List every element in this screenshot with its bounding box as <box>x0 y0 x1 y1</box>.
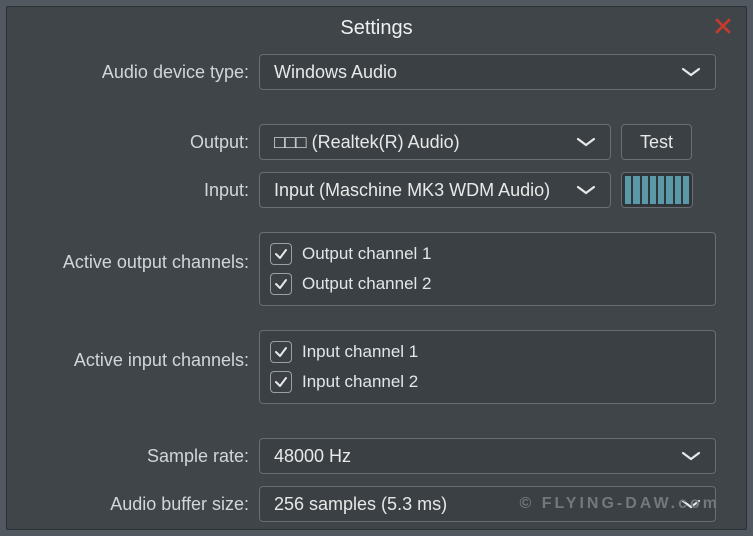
window-title: Settings <box>340 17 412 39</box>
sample-rate-value: 48000 Hz <box>274 446 351 467</box>
output-channel-row[interactable]: Output channel 1 <box>270 239 705 269</box>
input-channel-label: Input channel 1 <box>302 342 418 362</box>
output-value: □□□ (Realtek(R) Audio) <box>274 132 460 153</box>
close-button[interactable] <box>712 15 734 37</box>
input-channel-row[interactable]: Input channel 1 <box>270 337 705 367</box>
input-level-meter <box>621 172 693 208</box>
output-dropdown[interactable]: □□□ (Realtek(R) Audio) <box>259 124 611 160</box>
close-icon <box>712 15 734 37</box>
output-channel-row[interactable]: Output channel 2 <box>270 269 705 299</box>
chevron-down-icon <box>576 184 596 196</box>
content: Audio device type: Windows Audio Output:… <box>7 54 746 522</box>
watermark: © FLYING-DAW.com <box>519 495 720 513</box>
output-channel-label: Output channel 2 <box>302 274 431 294</box>
active-input-list: Input channel 1 Input channel 2 <box>259 330 716 404</box>
device-type-value: Windows Audio <box>274 62 397 83</box>
row-sample-rate: Sample rate: 48000 Hz <box>37 438 716 474</box>
input-channel-checkbox[interactable] <box>270 341 292 363</box>
input-channel-row[interactable]: Input channel 2 <box>270 367 705 397</box>
sample-rate-dropdown[interactable]: 48000 Hz <box>259 438 716 474</box>
row-active-input: Active input channels: Input channel 1In… <box>37 330 716 404</box>
buffer-size-value: 256 samples (5.3 ms) <box>274 494 447 515</box>
label-device-type: Audio device type: <box>37 62 259 83</box>
label-active-input: Active input channels: <box>37 330 259 371</box>
output-channel-checkbox[interactable] <box>270 273 292 295</box>
row-active-output: Active output channels: Output channel 1… <box>37 232 716 306</box>
test-button-label: Test <box>640 132 673 153</box>
output-channel-checkbox[interactable] <box>270 243 292 265</box>
chevron-down-icon <box>681 450 701 462</box>
row-input: Input: Input (Maschine MK3 WDM Audio) <box>37 172 716 208</box>
active-output-list: Output channel 1 Output channel 2 <box>259 232 716 306</box>
settings-panel: Settings Audio device type: Windows Audi… <box>6 6 747 530</box>
label-sample-rate: Sample rate: <box>37 446 259 467</box>
chevron-down-icon <box>576 136 596 148</box>
device-type-dropdown[interactable]: Windows Audio <box>259 54 716 90</box>
row-output: Output: □□□ (Realtek(R) Audio) Test <box>37 124 716 160</box>
input-channel-label: Input channel 2 <box>302 372 418 392</box>
titlebar: Settings <box>7 7 746 54</box>
label-buffer-size: Audio buffer size: <box>37 494 259 515</box>
output-channel-label: Output channel 1 <box>302 244 431 264</box>
label-active-output: Active output channels: <box>37 232 259 273</box>
test-button[interactable]: Test <box>621 124 692 160</box>
input-dropdown[interactable]: Input (Maschine MK3 WDM Audio) <box>259 172 611 208</box>
row-device-type: Audio device type: Windows Audio <box>37 54 716 90</box>
input-value: Input (Maschine MK3 WDM Audio) <box>274 180 550 201</box>
chevron-down-icon <box>681 66 701 78</box>
label-input: Input: <box>37 180 259 201</box>
label-output: Output: <box>37 132 259 153</box>
input-channel-checkbox[interactable] <box>270 371 292 393</box>
